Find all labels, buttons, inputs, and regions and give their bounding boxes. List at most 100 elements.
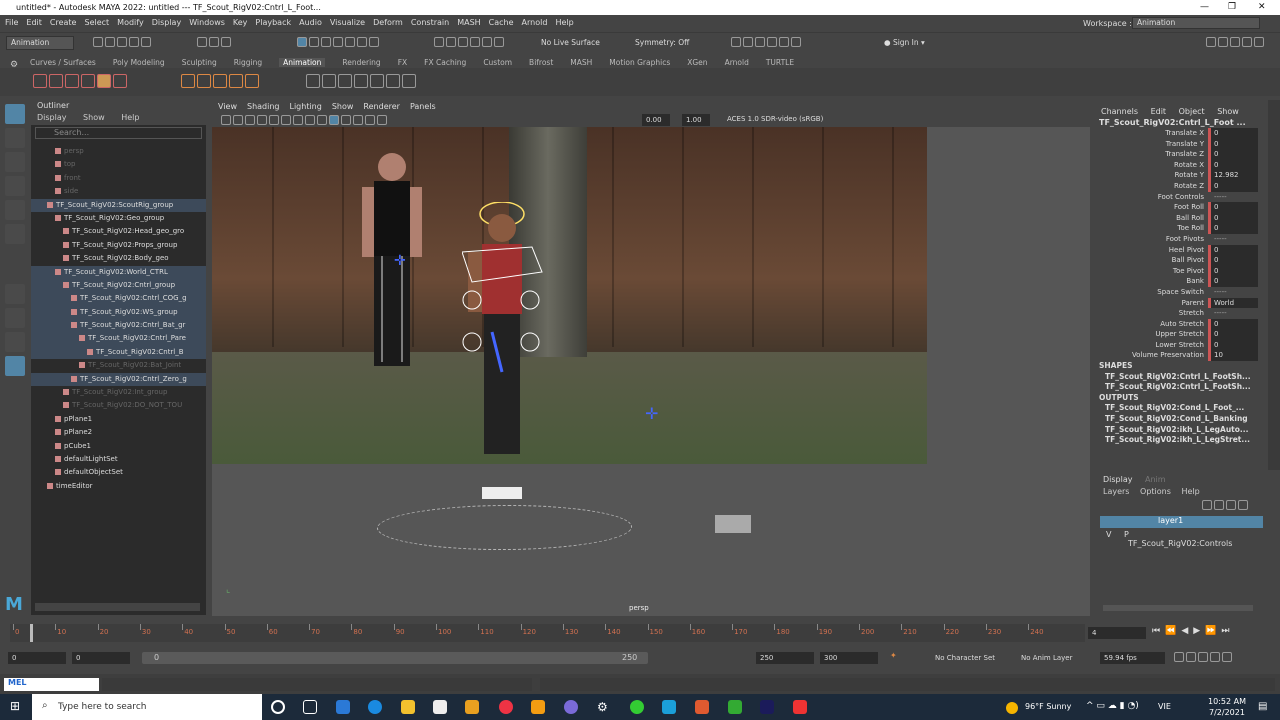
- vlc-icon[interactable]: [531, 700, 545, 714]
- viewport-menu-show[interactable]: Show: [332, 102, 354, 111]
- cb-attr-row[interactable]: Space Switch -----: [1097, 286, 1267, 298]
- cb-attr-value[interactable]: 0: [1208, 329, 1258, 340]
- outliner-menu-show[interactable]: Show: [83, 113, 105, 122]
- layout-icon[interactable]: [1254, 37, 1264, 47]
- new-scene-icon[interactable]: [93, 37, 103, 47]
- cb-attr-value[interactable]: 0: [1208, 128, 1258, 139]
- shelf-tab-bifrost[interactable]: Bifrost: [529, 58, 553, 67]
- cb-attr-value[interactable]: 0: [1208, 149, 1258, 160]
- orient-constraint-icon[interactable]: [245, 74, 259, 88]
- wireframe-icon[interactable]: [305, 115, 315, 125]
- anim-end-field[interactable]: 300: [820, 652, 878, 664]
- loop-icon[interactable]: [1174, 652, 1184, 662]
- shelf-tab-rigging[interactable]: Rigging: [234, 58, 262, 67]
- range-bar[interactable]: 0 250: [142, 652, 648, 664]
- outliner-search[interactable]: Search...: [35, 127, 202, 139]
- outliner-item[interactable]: TF_Scout_RigV02:Int_group: [31, 386, 206, 399]
- output-ops-icon[interactable]: [446, 37, 456, 47]
- outliner-item[interactable]: pPlane1: [31, 413, 206, 426]
- workspace-dropdown[interactable]: Animation: [1132, 17, 1260, 29]
- outliner-menu-help[interactable]: Help: [121, 113, 139, 122]
- menu-mash[interactable]: MASH: [457, 18, 480, 27]
- textured-icon[interactable]: [329, 115, 339, 125]
- store-icon[interactable]: [433, 700, 447, 714]
- menu-audio[interactable]: Audio: [299, 18, 322, 27]
- layer-visibility[interactable]: V: [1106, 530, 1111, 539]
- four-layout-icon[interactable]: [5, 308, 25, 328]
- cb-attr-value[interactable]: 0: [1208, 138, 1258, 150]
- render-frame-icon[interactable]: [743, 37, 753, 47]
- outliner-item[interactable]: TF_Scout_RigV02:Cntrl_Pare: [31, 332, 206, 346]
- arc-icon[interactable]: [370, 74, 384, 88]
- tool-settings-icon[interactable]: [1230, 37, 1240, 47]
- outliner-item[interactable]: TF_Scout_RigV02:Cntrl_Bat_gr: [31, 319, 206, 333]
- cb-attr-row[interactable]: Bank 0: [1097, 276, 1267, 287]
- select-tool-icon[interactable]: [5, 104, 25, 124]
- layer-tab-anim[interactable]: Anim: [1145, 475, 1166, 484]
- recorder-icon[interactable]: [793, 700, 807, 714]
- outliner-item[interactable]: TF_Scout_RigV02:Cntrl_Zero_g: [31, 372, 206, 387]
- aim-icon[interactable]: [402, 74, 416, 88]
- anim-start-field[interactable]: 0: [8, 652, 66, 664]
- menu-key[interactable]: Key: [233, 18, 248, 27]
- viewport-menu-renderer[interactable]: Renderer: [363, 102, 400, 111]
- shape-node[interactable]: TF_Scout_RigV02:Cntrl_L_FootSh...: [1097, 372, 1267, 383]
- attribute-editor-icon[interactable]: [1218, 37, 1228, 47]
- cb-attr-row[interactable]: Translate Z 0: [1097, 149, 1267, 160]
- lasso-tool-icon[interactable]: [5, 128, 25, 148]
- modeling-toolkit-icon[interactable]: [1206, 37, 1216, 47]
- outliner-item[interactable]: TF_Scout_RigV02:ScoutRig_group: [31, 198, 206, 212]
- snap-point-icon[interactable]: [321, 37, 331, 47]
- menu-deform[interactable]: Deform: [373, 18, 403, 27]
- outliner-item[interactable]: TF_Scout_RigV02:Cntrl_group: [31, 278, 206, 293]
- bezier-icon[interactable]: [338, 74, 352, 88]
- side-layout-icon[interactable]: [5, 332, 25, 352]
- cb-attr-value[interactable]: 0: [1208, 339, 1258, 351]
- shelf-tab-curves-surfaces[interactable]: Curves / Surfaces: [30, 58, 96, 67]
- cb-attr-row[interactable]: Auto Stretch 0: [1097, 318, 1267, 330]
- outliner-menu-display[interactable]: Display: [37, 113, 67, 122]
- cb-attr-value[interactable]: 0: [1208, 318, 1258, 330]
- film-gate-icon[interactable]: [281, 115, 291, 125]
- channel-box-icon[interactable]: [1242, 37, 1252, 47]
- snap-view-icon[interactable]: [333, 37, 343, 47]
- cluster-icon[interactable]: [197, 74, 211, 88]
- discord-icon[interactable]: [564, 700, 578, 714]
- auto-key-icon[interactable]: ✦: [890, 651, 897, 660]
- snap-curve-icon[interactable]: [309, 37, 319, 47]
- output-node[interactable]: TF_Scout_RigV02:ikh_L_LegStret...: [1097, 435, 1267, 446]
- paint-select-icon[interactable]: [5, 152, 25, 172]
- cb-menu-object[interactable]: Object: [1179, 107, 1205, 116]
- image-plane-icon[interactable]: [257, 115, 267, 125]
- outliner-item[interactable]: TF_Scout_RigV02:WS_group: [31, 305, 206, 320]
- minimize-button[interactable]: —: [1200, 0, 1209, 15]
- parent-constraint-icon[interactable]: [213, 74, 227, 88]
- smooth-shade-icon[interactable]: [317, 115, 327, 125]
- weather-icon[interactable]: [1006, 702, 1018, 714]
- curve-tool-icon[interactable]: [306, 74, 320, 88]
- redo-icon[interactable]: [141, 37, 151, 47]
- cb-attr-value[interactable]: 0: [1208, 265, 1258, 277]
- output-node[interactable]: TF_Scout_RigV02:ikh_L_LegAuto...: [1097, 425, 1267, 436]
- cortana-icon[interactable]: [271, 700, 285, 714]
- shelf-tab-rendering[interactable]: Rendering: [342, 58, 380, 67]
- cb-menu-channels[interactable]: Channels: [1101, 107, 1138, 116]
- command-input[interactable]: [102, 678, 532, 691]
- shelf-tab-custom[interactable]: Custom: [483, 58, 512, 67]
- output-node[interactable]: TF_Scout_RigV02:Cond_L_Banking: [1097, 414, 1267, 425]
- outliner-item[interactable]: TF_Scout_RigV02:Cntrl_B: [31, 345, 206, 360]
- help-icon[interactable]: [369, 37, 379, 47]
- edge-icon[interactable]: [368, 700, 382, 714]
- layer-tab-display[interactable]: Display: [1103, 475, 1133, 484]
- outliner-item[interactable]: TF_Scout_RigV02:Props_group: [31, 239, 206, 252]
- layer-menu-help[interactable]: Help: [1181, 487, 1199, 496]
- cb-attr-value[interactable]: 10: [1208, 350, 1258, 362]
- current-frame-marker[interactable]: [30, 624, 33, 642]
- new-layer-icon[interactable]: [1226, 500, 1236, 510]
- shadows-icon[interactable]: [353, 115, 363, 125]
- menu-select[interactable]: Select: [84, 18, 109, 27]
- menu-display[interactable]: Display: [152, 18, 182, 27]
- cb-node-name[interactable]: TF_Scout_RigV02:Cntrl_L_Foot ...: [1097, 118, 1267, 128]
- shape-node[interactable]: TF_Scout_RigV02:Cntrl_L_FootSh...: [1097, 382, 1267, 393]
- key-icon[interactable]: [113, 74, 127, 88]
